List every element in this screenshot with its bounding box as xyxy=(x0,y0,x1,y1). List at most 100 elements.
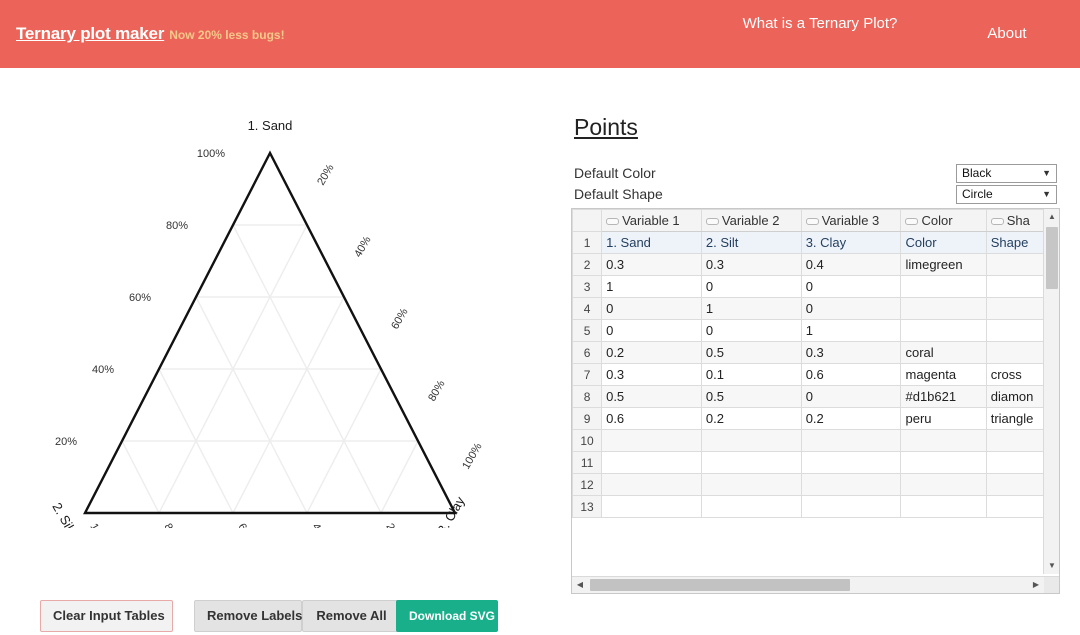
table-cell[interactable]: 0 xyxy=(800,297,902,320)
default-shape-select[interactable]: Circle ▼ xyxy=(956,185,1057,204)
row-number[interactable]: 1 xyxy=(572,231,603,254)
table-cell[interactable]: peru xyxy=(900,407,987,430)
scroll-right-icon[interactable]: ▶ xyxy=(1028,577,1044,593)
table-row[interactable]: 5001 xyxy=(572,319,1044,342)
table-cell[interactable]: magenta xyxy=(900,363,987,386)
table-cell[interactable]: 1 xyxy=(800,319,902,342)
column-header-variable-2[interactable]: Variable 2 xyxy=(700,209,802,232)
table-row[interactable]: 11 xyxy=(572,451,1044,474)
table-cell[interactable]: 0 xyxy=(601,297,702,320)
table-cell[interactable]: limegreen xyxy=(900,253,987,276)
table-row[interactable]: 3100 xyxy=(572,275,1044,298)
column-dropdown-icon[interactable] xyxy=(905,218,919,226)
table-cell[interactable]: Shape xyxy=(985,231,1044,254)
table-cell[interactable] xyxy=(985,319,1044,342)
table-cell[interactable]: cross xyxy=(985,363,1044,386)
default-color-select[interactable]: Black ▼ xyxy=(956,164,1057,183)
table-row[interactable]: 2 0.3 0.3 0.4 limegreen xyxy=(572,253,1044,276)
brand[interactable]: Ternary plot maker Now 20% less bugs! xyxy=(16,24,285,44)
remove-all-button[interactable]: Remove All xyxy=(302,600,401,632)
column-header-variable-1[interactable]: Variable 1 xyxy=(601,209,702,232)
column-header-shape[interactable]: Sha xyxy=(985,209,1044,232)
column-dropdown-icon[interactable] xyxy=(606,218,620,226)
row-number[interactable]: 6 xyxy=(572,341,603,364)
table-row[interactable]: 13 xyxy=(572,495,1044,518)
table-row[interactable]: 6 0.2 0.5 0.3 coral xyxy=(572,341,1044,364)
table-row[interactable]: 10 xyxy=(572,429,1044,452)
table-cell[interactable]: 0.1 xyxy=(700,363,802,386)
table-row[interactable]: 1 1. Sand 2. Silt 3. Clay Color Shape xyxy=(572,231,1044,254)
table-cell[interactable] xyxy=(985,429,1044,452)
row-number[interactable]: 12 xyxy=(572,473,603,496)
table-cell[interactable]: 0.5 xyxy=(700,341,802,364)
vertical-scroll-thumb[interactable] xyxy=(1046,227,1058,289)
table-vertical-scrollbar[interactable]: ▲ ▼ xyxy=(1043,209,1059,574)
nav-link-about[interactable]: About xyxy=(948,24,1066,43)
row-number[interactable]: 5 xyxy=(572,319,603,342)
table-cell[interactable]: 0.3 xyxy=(700,253,802,276)
table-cell[interactable] xyxy=(601,429,702,452)
column-header-variable-3[interactable]: Variable 3 xyxy=(800,209,902,232)
table-row[interactable]: 7 0.3 0.1 0.6 magenta cross xyxy=(572,363,1044,386)
table-row[interactable]: 4010 xyxy=(572,297,1044,320)
column-dropdown-icon[interactable] xyxy=(705,218,719,226)
table-cell[interactable]: 0 xyxy=(800,385,902,408)
table-cell[interactable]: 0 xyxy=(700,275,802,298)
table-cell[interactable] xyxy=(601,451,702,474)
points-table[interactable]: Variable 1 Variable 2 Variable 3 Color S xyxy=(572,209,1044,518)
table-cell[interactable]: diamon xyxy=(985,385,1044,408)
ternary-plot-svg[interactable]: 1. Sand 100% 80% 60% 40% 20% 20% 40% 60%… xyxy=(10,108,530,528)
table-cell[interactable]: 0.3 xyxy=(601,363,702,386)
table-row[interactable]: 8 0.5 0.5 0 #d1b621 diamon xyxy=(572,385,1044,408)
table-cell[interactable] xyxy=(900,495,987,518)
table-cell[interactable] xyxy=(985,451,1044,474)
scroll-left-icon[interactable]: ◀ xyxy=(572,577,588,593)
row-number[interactable]: 9 xyxy=(572,407,603,430)
table-cell[interactable]: 0.2 xyxy=(601,341,702,364)
table-cell[interactable]: 0.2 xyxy=(800,407,902,430)
points-spreadsheet-viewport[interactable]: Variable 1 Variable 2 Variable 3 Color S xyxy=(572,209,1044,574)
table-cell[interactable] xyxy=(800,473,902,496)
table-cell[interactable]: 0.4 xyxy=(800,253,902,276)
table-cell[interactable]: 0.6 xyxy=(601,407,702,430)
table-cell[interactable] xyxy=(985,253,1044,276)
table-cell[interactable]: 0.5 xyxy=(700,385,802,408)
row-number[interactable]: 13 xyxy=(572,495,603,518)
row-number[interactable]: 3 xyxy=(572,275,603,298)
table-row[interactable]: 12 xyxy=(572,473,1044,496)
row-number[interactable]: 4 xyxy=(572,297,603,320)
table-cell[interactable] xyxy=(700,473,802,496)
column-dropdown-icon[interactable] xyxy=(805,218,819,226)
table-cell[interactable]: 0.5 xyxy=(601,385,702,408)
table-cell[interactable] xyxy=(601,495,702,518)
table-cell[interactable]: 3. Clay xyxy=(800,231,902,254)
table-cell[interactable] xyxy=(800,429,902,452)
table-cell[interactable] xyxy=(900,429,987,452)
clear-input-tables-button[interactable]: Clear Input Tables xyxy=(40,600,173,632)
table-cell[interactable]: 0.3 xyxy=(800,341,902,364)
remove-labels-button[interactable]: Remove Labels xyxy=(194,600,302,632)
row-number[interactable]: 10 xyxy=(572,429,603,452)
scroll-down-icon[interactable]: ▼ xyxy=(1044,558,1059,574)
table-cell[interactable]: triangle xyxy=(985,407,1044,430)
table-cell[interactable]: 2. Silt xyxy=(700,231,802,254)
table-cell[interactable]: 0.6 xyxy=(800,363,902,386)
table-cell[interactable]: 1. Sand xyxy=(601,231,702,254)
table-cell[interactable] xyxy=(985,297,1044,320)
table-cell[interactable]: 0 xyxy=(700,319,802,342)
table-cell[interactable] xyxy=(800,495,902,518)
scroll-up-icon[interactable]: ▲ xyxy=(1044,209,1059,225)
table-cell[interactable] xyxy=(985,275,1044,298)
table-cell[interactable] xyxy=(985,495,1044,518)
table-cell[interactable] xyxy=(985,341,1044,364)
table-cell[interactable] xyxy=(900,473,987,496)
download-svg-button[interactable]: Download SVG xyxy=(396,600,498,632)
table-cell[interactable]: Color xyxy=(900,231,987,254)
column-header-color[interactable]: Color xyxy=(900,209,987,232)
table-cell[interactable] xyxy=(900,319,987,342)
table-cell[interactable]: 0.2 xyxy=(700,407,802,430)
table-cell[interactable] xyxy=(900,297,987,320)
table-row[interactable]: 9 0.6 0.2 0.2 peru triangle xyxy=(572,407,1044,430)
nav-link-what-is-a-ternary-plot[interactable]: What is a Ternary Plot? xyxy=(726,14,914,33)
row-number[interactable]: 8 xyxy=(572,385,603,408)
